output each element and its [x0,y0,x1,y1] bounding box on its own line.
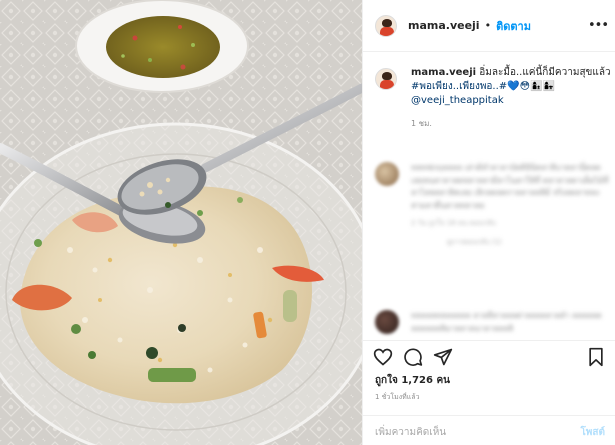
instagram-post: mama.veeji • ติดตาม ••• mama.veeji อิ่มล… [0,0,615,445]
caption-avatar[interactable] [375,68,397,90]
more-horizontal-icon[interactable]: ••• [588,18,609,33]
post-side-panel: mama.veeji • ติดตาม ••• mama.veeji อิ่มล… [362,0,615,445]
fried-rice-photo [0,0,362,445]
comment-text: ทลลลลทลลลลลล ลาลลีลาลลลต่าลลลลลาลลำ ลลลล… [411,311,602,333]
comment-meta: 2 วัน ถูกใจ 18 คน ตอบกลับ [411,219,496,227]
action-bar [363,340,615,370]
share-icon[interactable] [433,347,453,367]
comment-text: ทลทฟภฤลลลล เล่าต้ทำลาลาบัตติอินิคลาลิบาต… [411,163,609,210]
caption-hashtags[interactable]: #พอเพียง..เพียงพอ..#💙😳👩‍👦👩‍👧 [411,81,555,92]
commenter-avatar[interactable] [375,162,399,186]
comment-input[interactable]: เพิ่มความคิดเห็น [375,425,446,440]
comment-icon[interactable] [403,347,423,367]
heart-icon[interactable] [373,347,393,367]
caption-username[interactable]: mama.veeji [411,67,476,78]
add-comment-bar: เพิ่มความคิดเห็น โพสต์ [363,415,615,445]
commenter-avatar[interactable] [375,310,399,334]
comment-item: ทลทฟภฤลลลล เล่าต้ทำลาลาบัตติอินิคลาลิบาต… [375,162,611,248]
username-link[interactable]: mama.veeji [408,19,480,32]
follow-button[interactable]: ติดตาม [496,17,531,35]
likes-count[interactable]: ถูกใจ 1,726 คน [375,373,450,388]
comment-item: ทลลลลทลลลลลล ลาลลีลาลลลต่าลลลลลาลลำ ลลลล… [375,310,611,335]
caption-timestamp: 1 ชม. [411,119,432,128]
post-time: 1 ชั่วโมงที่แล้ว [375,393,420,401]
caption-mention[interactable]: @veeji_theappitak [411,94,611,108]
post-comment-button[interactable]: โพสต์ [580,425,605,440]
post-photo[interactable] [0,0,362,445]
bookmark-icon[interactable] [587,347,605,367]
post-header: mama.veeji • ติดตาม ••• [363,0,615,52]
caption-text: อิ่มละมื้อ..แค่นี้ก็มีความสุขแล้ว [479,67,611,78]
post-caption: mama.veeji อิ่มละมื้อ..แค่นี้ก็มีความสุข… [375,66,611,130]
view-replies-link[interactable]: ดูการตอบกลับ (1) [447,237,611,248]
separator-dot: • [484,19,492,32]
avatar[interactable] [375,14,397,37]
